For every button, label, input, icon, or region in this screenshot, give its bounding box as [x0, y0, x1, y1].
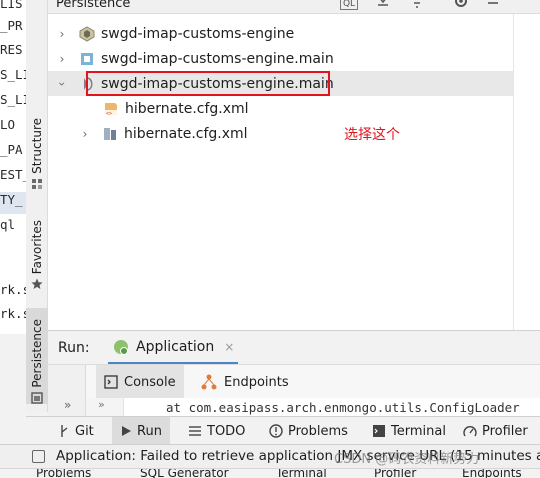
editor-sliver: LIS _PR RES S_LI S_LI LO _PA EST_ TY_ ql	[0, 0, 26, 300]
editor-line: rk.sv	[0, 282, 26, 297]
chevron-right-icon[interactable]: ›	[80, 127, 90, 141]
run-subtoolbar: Console Endpoints	[48, 364, 540, 417]
profiler-icon	[463, 426, 477, 437]
bottom-strip-item[interactable]: SQL Generator	[140, 469, 229, 478]
console-output: » at com.easipass.arch.enmongo.utils.Con…	[86, 398, 540, 416]
problems-icon	[269, 424, 283, 438]
tool-git[interactable]: Git	[58, 417, 94, 445]
expand-icon[interactable]: »	[98, 398, 105, 411]
terminal-icon	[373, 425, 385, 437]
bottom-strip-item[interactable]: Problems	[36, 469, 91, 478]
close-icon[interactable]: ×	[224, 340, 234, 354]
panel-title: Persistence	[56, 0, 131, 11]
run-label: Run:	[58, 340, 90, 356]
editor-line: TY_	[0, 192, 26, 214]
tree-item-source-set[interactable]: › swgd-imap-customs-engine.main	[48, 46, 513, 71]
status-toggle-icon[interactable]	[32, 450, 45, 463]
editor-line: LIS	[0, 0, 23, 11]
tree-item-module[interactable]: › swgd-imap-customs-engine	[48, 21, 513, 46]
console-gutter: »	[86, 398, 124, 416]
expand-all-icon[interactable]	[374, 0, 392, 11]
tab-structure[interactable]: Structure	[26, 104, 48, 190]
tool-run[interactable]: Run	[112, 417, 170, 445]
tab-favorites-label: Favorites	[30, 219, 44, 274]
tab-console-label: Console	[124, 374, 176, 390]
tool-terminal[interactable]: Terminal	[372, 417, 446, 445]
endpoints-icon	[201, 374, 217, 390]
module-icon	[79, 25, 95, 42]
ql-icon[interactable]: QL	[340, 0, 358, 10]
editor-line: ql	[0, 217, 16, 232]
annotation-text: 选择这个	[344, 127, 400, 143]
chevron-right-icon[interactable]: ›	[57, 52, 67, 66]
tree-item-label: hibernate.cfg.xml	[124, 125, 248, 142]
star-icon	[31, 278, 43, 289]
tab-favorites[interactable]: Favorites	[26, 206, 48, 290]
bottom-strip-item[interactable]: Endpoints	[462, 469, 522, 478]
git-branch-icon	[61, 425, 68, 437]
persistence-icon	[31, 392, 43, 404]
tab-structure-label: Structure	[30, 118, 44, 174]
editor-line: S_LI	[0, 92, 26, 107]
bottom-strip: Problems SQL Generator Terminal Profiler…	[0, 468, 540, 478]
editor-sliver-lower: rk.sv rk.sv	[0, 274, 26, 334]
scrollbar[interactable]	[513, 14, 540, 330]
tab-persistence-label: Persistence	[30, 319, 44, 388]
tool-problems-label: Problems	[288, 423, 348, 439]
tool-profiler[interactable]: Profiler	[463, 417, 528, 445]
persistence-panel: Persistence QL › swgd-imap-customs-engin…	[48, 0, 540, 330]
svg-text:<>: <>	[106, 111, 112, 117]
tool-terminal-label: Terminal	[391, 423, 446, 439]
editor-line: rk.sv	[0, 306, 26, 321]
tree-item-label: swgd-imap-customs-engine	[101, 25, 295, 42]
tool-todo-label: TODO	[207, 423, 246, 439]
tree-item-hibernate-cfg[interactable]: <> hibernate.cfg.xml	[48, 96, 513, 121]
editor-line: S_LI	[0, 67, 26, 82]
editor-line: LO	[0, 117, 16, 132]
spring-boot-icon	[114, 339, 128, 355]
tab-endpoints-label: Endpoints	[224, 374, 289, 390]
chevron-down-icon[interactable]: ›	[55, 79, 69, 89]
editor-line: RES	[0, 42, 23, 57]
tool-run-label: Run	[137, 423, 162, 439]
console-icon	[104, 375, 118, 389]
tab-persistence[interactable]: Persistence	[26, 308, 48, 404]
tree-item-hibernate-cfg-folder[interactable]: › hibernate.cfg.xml	[48, 121, 513, 146]
tab-endpoints[interactable]: Endpoints	[200, 365, 289, 399]
tab-console[interactable]: Console	[96, 365, 184, 399]
tab-application[interactable]: Application ×	[108, 331, 239, 365]
watermark: CSDN @码农资料新势力	[334, 452, 480, 467]
hibernate-icon	[104, 127, 116, 140]
highlight-box	[86, 71, 330, 96]
tool-todo[interactable]: TODO	[188, 417, 245, 445]
console-line: at com.easipass.arch.enmongo.utils.Confi…	[166, 400, 520, 415]
bottom-strip-item[interactable]: Profiler	[374, 469, 416, 478]
source-set-icon	[81, 52, 93, 65]
left-tool-strip: Structure Favorites Persistence	[26, 0, 48, 412]
tool-git-label: Git	[75, 423, 94, 439]
editor-line: _PR	[0, 18, 23, 33]
expand-left-icon[interactable]: »	[64, 398, 71, 412]
xml-icon: <>	[105, 102, 117, 117]
settings-icon[interactable]	[452, 0, 470, 11]
todo-icon	[189, 426, 201, 436]
bottom-strip-item[interactable]: Terminal	[276, 469, 327, 478]
structure-icon	[32, 179, 42, 189]
collapse-all-icon[interactable]	[408, 0, 426, 11]
editor-line: _PA	[0, 142, 23, 157]
tool-window-bar: Git Run TODO Problems Terminal Profiler	[48, 416, 540, 445]
run-header: Run: Application ×	[48, 330, 540, 365]
editor-line: EST_	[0, 167, 26, 182]
bottom-left-strip	[26, 416, 48, 444]
tool-problems[interactable]: Problems	[269, 417, 348, 445]
chevron-right-icon[interactable]: ›	[57, 27, 67, 41]
tool-profiler-label: Profiler	[482, 423, 528, 439]
tab-application-label: Application	[136, 338, 215, 355]
persistence-header: Persistence QL	[48, 0, 540, 14]
minimize-icon[interactable]	[484, 0, 502, 11]
tree-item-label: swgd-imap-customs-engine.main	[101, 50, 334, 67]
run-icon	[122, 426, 131, 436]
tree-item-label: hibernate.cfg.xml	[125, 100, 249, 117]
